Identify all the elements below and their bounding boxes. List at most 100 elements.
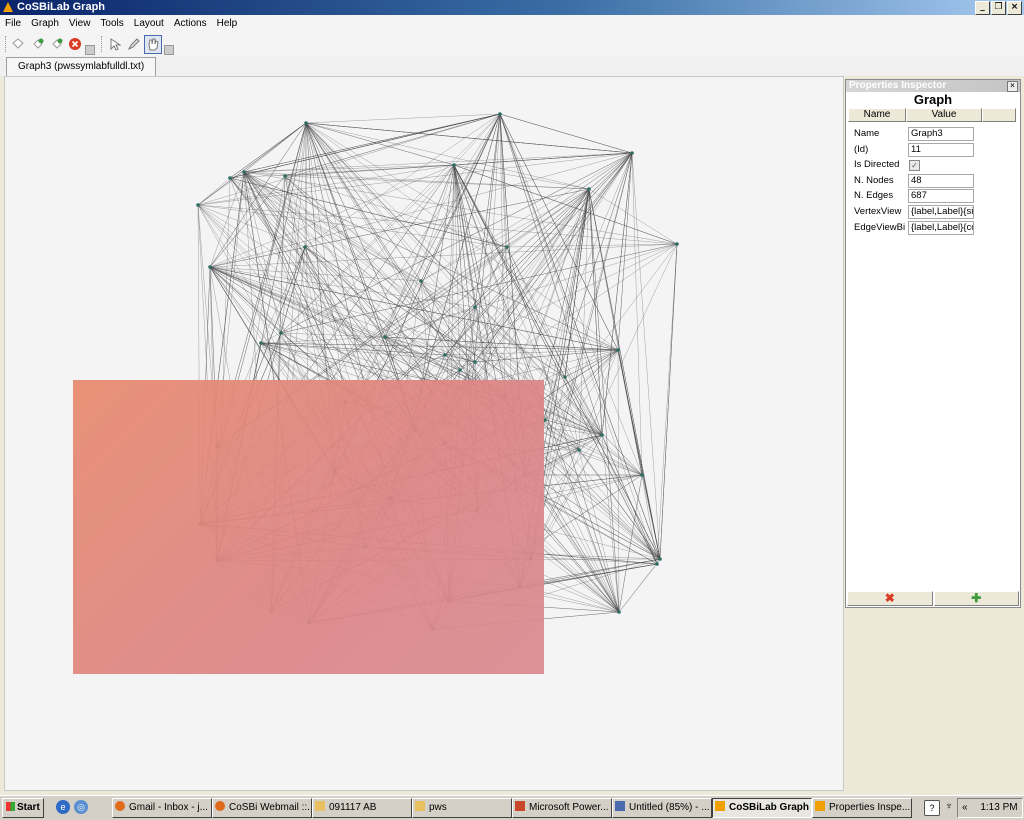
graph-node[interactable]	[498, 112, 502, 116]
graph-node[interactable]	[452, 163, 456, 167]
pointer-icon[interactable]	[108, 37, 122, 51]
is-directed-checkbox[interactable]: ✓	[909, 160, 920, 172]
internet-explorer-icon[interactable]: e	[56, 800, 70, 814]
graph-node[interactable]	[658, 557, 662, 561]
property-value-name[interactable]: Graph3	[908, 127, 974, 141]
graph-node[interactable]	[616, 348, 620, 352]
window-controls: _ ❐ ×	[975, 1, 1022, 15]
task-powerpoint[interactable]: Microsoft Power...	[512, 798, 612, 818]
task-cosbilab-graph[interactable]: CoSBiLab Graph	[712, 798, 812, 818]
open-icon[interactable]	[31, 37, 45, 51]
graph-edge	[305, 122, 590, 190]
task-properties-inspector[interactable]: Properties Inspe...	[812, 798, 912, 818]
graph-edge	[453, 113, 501, 166]
save-icon[interactable]	[50, 37, 64, 51]
graph-node[interactable]	[640, 473, 644, 477]
pencil-icon[interactable]	[127, 37, 141, 51]
close-button[interactable]: ×	[1007, 1, 1022, 15]
graph-node[interactable]	[383, 335, 387, 339]
graph-node[interactable]	[617, 610, 621, 614]
folder-icon	[315, 801, 325, 811]
graph-node[interactable]	[473, 305, 477, 309]
task-gmail[interactable]: Gmail - Inbox - j...	[112, 798, 212, 818]
graph-node[interactable]	[419, 279, 423, 283]
menu-actions[interactable]: Actions	[169, 15, 212, 33]
graph-edge	[578, 449, 620, 613]
tray-chevron-icon[interactable]: «	[962, 802, 968, 813]
graph-node[interactable]	[283, 174, 287, 178]
stop-icon[interactable]	[68, 37, 82, 51]
property-value-edgeview[interactable]: {label,Label}{co	[908, 220, 974, 235]
system-tray: « 1:13 PM	[957, 798, 1023, 818]
graph-node[interactable]	[259, 341, 263, 345]
graph-node[interactable]	[600, 433, 604, 437]
hand-icon[interactable]	[144, 35, 162, 54]
graph-node[interactable]	[458, 368, 462, 372]
image-editor-icon	[615, 801, 625, 811]
graph-edge	[499, 113, 619, 351]
graph-node[interactable]	[505, 245, 509, 249]
menu-file[interactable]: File	[0, 15, 26, 33]
folder-icon	[415, 801, 425, 811]
graph-edge	[601, 434, 620, 613]
quicklaunch-icon[interactable]: ◎	[74, 800, 88, 814]
help-icon[interactable]: ?	[924, 800, 940, 816]
graph-node[interactable]	[675, 242, 679, 246]
column-header-value[interactable]: Value	[906, 108, 982, 122]
graph-node[interactable]	[563, 375, 567, 379]
task-folder-pws[interactable]: pws	[412, 798, 512, 818]
task-untitled[interactable]: Untitled (85%) - ...	[612, 798, 712, 818]
graph-node[interactable]	[279, 331, 283, 335]
property-name: (Id)	[854, 143, 869, 155]
property-row: (Id) 11	[850, 142, 1016, 157]
property-value-vertexview[interactable]: {label,Label}{si	[908, 204, 974, 219]
graph-node[interactable]	[630, 151, 634, 155]
property-value-edges[interactable]: 687	[908, 189, 974, 204]
property-value-id[interactable]: 11	[908, 142, 974, 157]
restore-button[interactable]: ❐	[991, 1, 1006, 15]
property-value-nodes[interactable]: 48	[908, 173, 974, 188]
toolbar-overflow-icon-2[interactable]	[164, 45, 174, 55]
graph-node[interactable]	[303, 245, 307, 249]
task-webmail[interactable]: CoSBi Webmail ::...	[212, 798, 312, 818]
graph-canvas[interactable]	[4, 76, 844, 791]
graph-edge	[499, 113, 506, 398]
document-tabs: Graph3 (pwssymlabfulldl.txt)	[0, 56, 1024, 77]
minimize-button[interactable]: _	[975, 1, 990, 15]
graph-node[interactable]	[228, 176, 232, 180]
property-name: VertexView	[854, 205, 902, 217]
start-button[interactable]: Start	[2, 798, 44, 818]
task-folder-091117[interactable]: 091117 AB	[312, 798, 412, 818]
inspector-close-icon[interactable]: ×	[1007, 81, 1018, 92]
graph-node[interactable]	[443, 353, 447, 357]
graph-node[interactable]	[304, 121, 308, 125]
graph-node[interactable]	[587, 187, 591, 191]
graph-node[interactable]	[196, 203, 200, 207]
tab-graph3[interactable]: Graph3 (pwssymlabfulldl.txt)	[6, 57, 157, 77]
clock: 1:13 PM	[980, 802, 1018, 813]
graph-node[interactable]	[577, 448, 581, 452]
graph-edge	[304, 122, 307, 248]
column-header-name[interactable]: Name	[848, 108, 906, 122]
tray-icon[interactable]: ♆	[942, 800, 956, 814]
graph-node[interactable]	[208, 265, 212, 269]
toolbar-overflow-icon[interactable]	[85, 45, 95, 55]
graph-node[interactable]	[242, 170, 246, 174]
graph-node[interactable]	[655, 562, 659, 566]
graph-node[interactable]	[473, 360, 477, 364]
menu-help[interactable]: Help	[212, 15, 243, 33]
menu-layout[interactable]: Layout	[129, 15, 169, 33]
menu-view[interactable]: View	[64, 15, 96, 33]
property-name: Name	[854, 128, 880, 139]
firefox-icon	[115, 801, 125, 811]
graph-edge	[284, 164, 455, 177]
selection-overlay	[73, 380, 544, 674]
menu-graph[interactable]: Graph	[26, 15, 64, 33]
remove-property-button[interactable]: ✖	[847, 591, 933, 606]
add-property-button[interactable]: ✚	[933, 591, 1019, 606]
property-row: VertexView {label,Label}{si	[850, 204, 1016, 219]
new-icon[interactable]	[11, 37, 25, 51]
menu-tools[interactable]: Tools	[95, 15, 128, 33]
graph-edge	[209, 175, 286, 268]
graph-edge	[243, 122, 307, 173]
